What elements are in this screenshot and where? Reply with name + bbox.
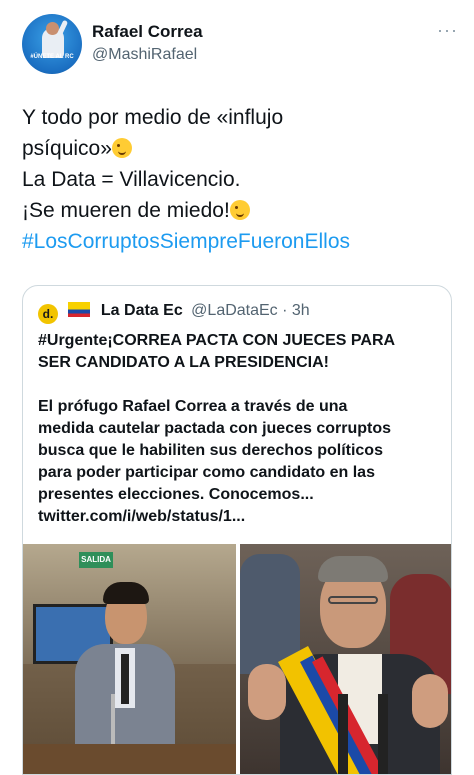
photo-right-hand-right (412, 674, 448, 728)
quoted-author-name: La Data Ec (100, 302, 183, 319)
tweet-line-4-text: ¡Se mueren de miedo! (22, 199, 230, 222)
laughing-face-emoji-icon (229, 200, 250, 220)
tweet-line-3: La Data = Villavicencio. (22, 168, 241, 191)
quoted-tweet-text: #Urgente¡CORREA PACTA CON JUECES PARA SE… (38, 330, 443, 528)
quoted-headline-line-1: #Urgente¡CORREA PACTA CON JUECES PARA (38, 332, 396, 349)
photo-left-desk (23, 744, 236, 774)
tweet-line-1: Y todo por medio de «influjo (22, 106, 284, 129)
avatar-tag: #ÚNETE AL RC (30, 54, 74, 60)
winking-face-emoji-icon (111, 138, 132, 158)
photo-right[interactable] (240, 544, 451, 774)
photo-left-tie (121, 654, 129, 704)
quoted-tweet-header: d. La Data Ec @LaDataEc · 3h (38, 302, 310, 324)
tweet-line-2-text: psíquico» (22, 137, 112, 160)
ecuador-flag-icon (68, 302, 91, 317)
quoted-link[interactable]: twitter.com/i/web/status/1... (38, 506, 443, 528)
avatar-arm (56, 19, 69, 37)
quoted-body-line-3: busca que le habiliten sus derechos polí… (38, 442, 383, 459)
quoted-body-line-4: para poder participar como candidato en … (38, 464, 375, 481)
exit-sign: SALIDA (79, 552, 113, 568)
more-horizontal-icon[interactable]: ··· (437, 20, 458, 41)
tweet-line-2: psíquico» (22, 133, 458, 164)
photo-right-hand-left (248, 664, 286, 720)
photo-right-microphone-2 (378, 694, 388, 774)
quoted-headline-line-2: SER CANDIDATO A LA PRESIDENCIA! (38, 354, 329, 371)
author-name[interactable]: Rafael Correa (92, 22, 203, 42)
tweet-line-4: ¡Se mueren de miedo! (22, 195, 458, 226)
author-avatar[interactable]: #ÚNETE AL RC (22, 14, 82, 74)
photo-right-glasses (328, 596, 378, 604)
quoted-body-line-5: presentes elecciones. Conocemos... (38, 486, 314, 503)
quoted-body-line-1: El prófugo Rafael Correa a través de una (38, 398, 348, 415)
author-handle[interactable]: @MashiRafael (92, 46, 197, 64)
tweet-header: #ÚNETE AL RC Rafael Correa @MashiRafael … (22, 14, 458, 76)
quoted-author-avatar: d. (38, 304, 58, 324)
photo-right-hair (318, 556, 388, 582)
photo-right-microphone-1 (338, 694, 348, 774)
photo-left-hair (103, 582, 149, 604)
tweet-text: Y todo por medio de «influjo psíquico» L… (22, 102, 458, 257)
quoted-tweet[interactable]: d. La Data Ec @LaDataEc · 3h #Urgente¡CO… (22, 285, 452, 775)
hashtag-link[interactable]: #LosCorruptosSiempreFueronEllos (22, 226, 458, 257)
quoted-author-handle: @LaDataEc · 3h (191, 302, 310, 319)
photo-left[interactable]: SALIDA (23, 544, 236, 774)
quoted-body-line-2: medida cautelar pactada con jueces corru… (38, 420, 392, 437)
